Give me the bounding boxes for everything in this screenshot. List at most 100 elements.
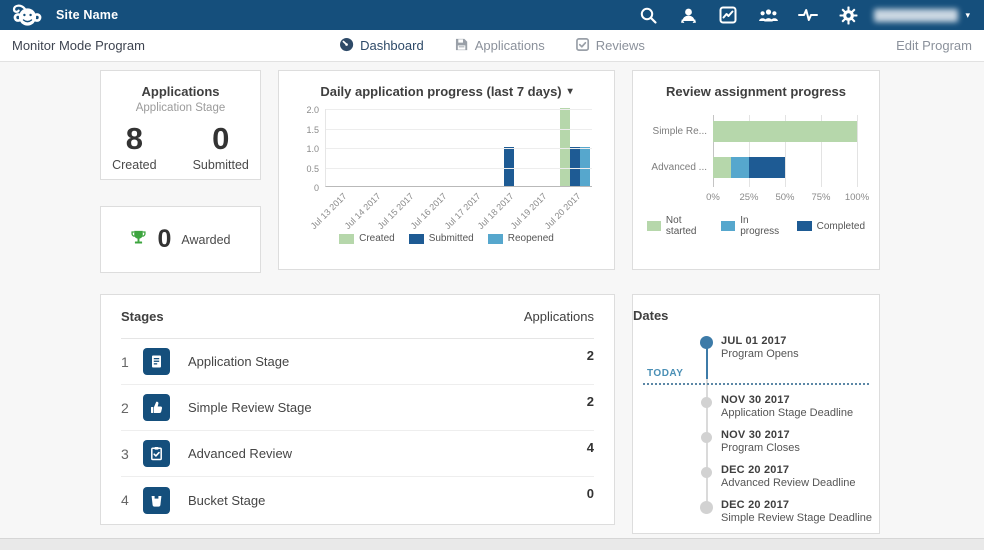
event-date: NOV 30 2017 bbox=[721, 429, 879, 441]
y-tick-label: 1.0 bbox=[306, 144, 319, 154]
activity-icon[interactable] bbox=[788, 0, 828, 30]
topbar-actions: ▾ bbox=[628, 0, 974, 30]
tab-label: Dashboard bbox=[360, 38, 424, 53]
stage-row-advanced-review[interactable]: 3 Advanced Review 4 bbox=[121, 431, 594, 477]
stage-number: 2 bbox=[121, 400, 143, 416]
stage-label: Simple Review Stage bbox=[188, 400, 312, 415]
daily-chart-title: Daily application progress (last 7 days) bbox=[320, 84, 561, 99]
program-title: Monitor Mode Program bbox=[12, 38, 145, 53]
y-tick-label: 1.5 bbox=[306, 125, 319, 135]
y-tick-label: 2.0 bbox=[306, 105, 319, 115]
edit-program-link[interactable]: Edit Program bbox=[896, 38, 972, 53]
timeline-event-advanced-review-deadline: DEC 20 2017 Advanced Review Deadline bbox=[721, 464, 879, 489]
event-label: Program Opens bbox=[721, 348, 879, 360]
event-date: DEC 20 2017 bbox=[721, 464, 879, 476]
topbar: Site Name ▾ bbox=[0, 0, 984, 30]
x-tick-label: 25% bbox=[739, 192, 758, 203]
dates-card: Dates JUL 01 2017 Program Opens TODAY NO… bbox=[632, 294, 880, 534]
category-label: Simple Re... bbox=[647, 121, 707, 142]
checkbox-icon bbox=[575, 37, 590, 55]
y-tick-label: 0.5 bbox=[306, 164, 319, 174]
stage-number: 1 bbox=[121, 354, 143, 370]
not-started-swatch bbox=[647, 221, 661, 231]
user-name-redacted bbox=[874, 9, 958, 22]
gridline bbox=[857, 115, 858, 187]
bar-submitted bbox=[504, 147, 514, 186]
awarded-count: 0 bbox=[157, 225, 171, 254]
x-axis-labels: 0%25%50%75%100% bbox=[713, 192, 857, 207]
x-tick-label: 50% bbox=[775, 192, 794, 203]
x-tick-label: 75% bbox=[811, 192, 830, 203]
legend-item-reopened: Reopened bbox=[488, 233, 554, 244]
stage-label: Application Stage bbox=[188, 354, 289, 369]
form-icon bbox=[143, 348, 170, 375]
stages-card: Stages Applications 1 Application Stage … bbox=[100, 294, 615, 525]
settings-gear-icon[interactable] bbox=[828, 0, 868, 30]
daily-chart-title-row[interactable]: Daily application progress (last 7 days)… bbox=[293, 84, 600, 99]
reopened-swatch bbox=[488, 234, 503, 244]
category-label: Advanced ... bbox=[647, 157, 707, 178]
today-dotted-line bbox=[643, 383, 869, 385]
gridline bbox=[326, 129, 592, 130]
window-bottom-strip bbox=[0, 538, 984, 550]
timeline-dot bbox=[701, 397, 712, 408]
program-subnav: Monitor Mode Program Dashboard Applicati… bbox=[0, 30, 984, 62]
plot-area bbox=[325, 109, 592, 187]
event-date: DEC 20 2017 bbox=[721, 499, 879, 511]
stack-icon bbox=[454, 37, 469, 55]
timeline-event-application-stage-deadline: NOV 30 2017 Application Stage Deadline bbox=[721, 394, 879, 419]
applications-stats: 8 Created 0 Submitted bbox=[101, 123, 260, 172]
timeline-event-simple-review-stage-deadline: DEC 20 2017 Simple Review Stage Deadline bbox=[721, 499, 879, 524]
stacked-bar bbox=[713, 121, 857, 142]
gauge-icon bbox=[339, 37, 354, 55]
timeline-event-program-opens: JUL 01 2017 Program Opens bbox=[721, 335, 879, 360]
segment-not-started bbox=[713, 121, 857, 142]
tab-label: Reviews bbox=[596, 38, 645, 53]
review-bar-chart: Simple Re...Advanced ... 0%25%50%75%100% bbox=[647, 115, 865, 207]
user-menu[interactable]: ▾ bbox=[874, 9, 970, 22]
event-label: Application Stage Deadline bbox=[721, 407, 879, 419]
timeline-dot bbox=[701, 467, 712, 478]
created-swatch bbox=[339, 234, 354, 244]
submitted-count: 0 bbox=[193, 123, 249, 154]
surveymonkey-logo-icon[interactable] bbox=[10, 2, 46, 28]
dates-title: Dates bbox=[633, 308, 879, 323]
reviewer-badge-icon[interactable] bbox=[668, 0, 708, 30]
stacked-bar bbox=[713, 157, 857, 178]
submitted-swatch bbox=[409, 234, 424, 244]
event-label: Program Closes bbox=[721, 442, 879, 454]
users-icon[interactable] bbox=[748, 0, 788, 30]
dates-timeline: JUL 01 2017 Program Opens TODAY NOV 30 2… bbox=[633, 335, 879, 524]
legend-item-submitted: Submitted bbox=[409, 233, 474, 244]
trophy-icon bbox=[130, 229, 147, 251]
stage-application-count: 2 bbox=[587, 394, 594, 409]
stage-row-application-stage[interactable]: 1 Application Stage 2 bbox=[121, 339, 594, 385]
in-progress-swatch bbox=[721, 221, 735, 231]
event-date: JUL 01 2017 bbox=[721, 335, 879, 347]
applications-summary-card: Applications Application Stage 8 Created… bbox=[100, 70, 261, 180]
reports-icon[interactable] bbox=[708, 0, 748, 30]
gridline bbox=[326, 168, 592, 169]
stages-header: Stages Applications bbox=[121, 295, 594, 339]
legend-item-completed: Completed bbox=[797, 221, 865, 232]
event-date: NOV 30 2017 bbox=[721, 394, 879, 406]
search-icon[interactable] bbox=[628, 0, 668, 30]
stage-row-bucket-stage[interactable]: 4 Bucket Stage 0 bbox=[121, 477, 594, 523]
stage-application-count: 2 bbox=[587, 348, 594, 363]
stage-number: 3 bbox=[121, 446, 143, 462]
tab-applications[interactable]: Applications bbox=[454, 37, 545, 55]
stages-applications-header: Applications bbox=[524, 309, 594, 324]
tab-dashboard[interactable]: Dashboard bbox=[339, 37, 424, 55]
legend-item-not-started: Not started bbox=[647, 215, 711, 237]
awarded-card: 0 Awarded bbox=[100, 206, 261, 273]
tab-reviews[interactable]: Reviews bbox=[575, 37, 645, 55]
stage-label: Advanced Review bbox=[188, 446, 292, 461]
tab-label: Applications bbox=[475, 38, 545, 53]
created-count: 8 bbox=[112, 123, 156, 154]
bar-submitted bbox=[570, 147, 580, 186]
stage-row-simple-review-stage[interactable]: 2 Simple Review Stage 2 bbox=[121, 385, 594, 431]
y-axis-labels: 00.51.01.52.0 bbox=[293, 109, 319, 187]
daily-chart-legend: Created Submitted Reopened bbox=[293, 233, 600, 244]
clipboard-check-icon bbox=[143, 440, 170, 467]
today-marker: TODAY bbox=[633, 370, 879, 385]
